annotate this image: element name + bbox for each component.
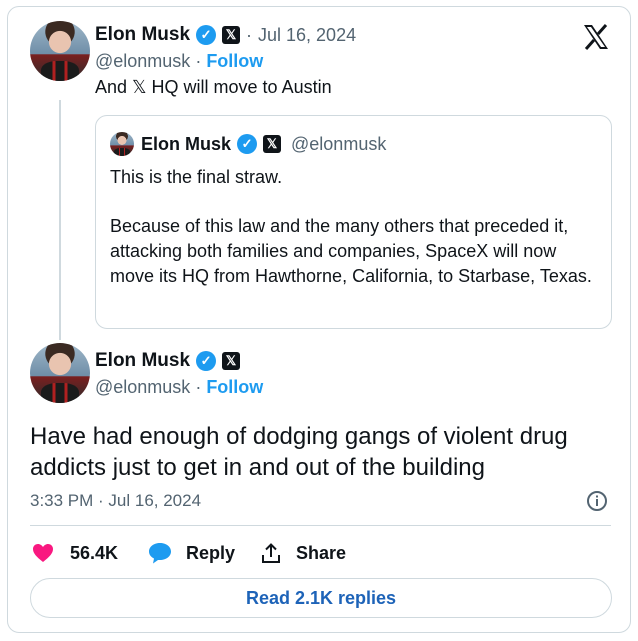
tweet-date[interactable]: Jul 16, 2024 <box>258 25 356 46</box>
reply-header: Elon Musk ✓ 𝕏 <box>95 348 241 374</box>
like-button[interactable]: 56.4K <box>32 540 118 566</box>
tweet-header: Elon Musk ✓ 𝕏 · Jul 16, 2024 <box>95 22 356 48</box>
quoted-author-name: Elon Musk <box>141 133 232 154</box>
follow-button[interactable]: Follow <box>206 377 263 398</box>
x-affiliation-icon: 𝕏 <box>222 26 241 44</box>
follow-button[interactable]: Follow <box>206 51 263 72</box>
share-icon <box>262 543 280 563</box>
heart-icon <box>33 544 53 562</box>
reply-button[interactable]: Reply <box>148 540 235 566</box>
author-handle-row: @elonmusk · Follow <box>95 51 263 72</box>
handle-dot: · <box>195 377 202 397</box>
quoted-text-line1: This is the final straw. <box>110 167 283 187</box>
read-replies-button[interactable]: Read 2.1K replies <box>30 578 612 618</box>
author-name[interactable]: Elon Musk <box>95 24 190 46</box>
quoted-header: Elon Musk ✓ 𝕏 @elonmusk <box>141 131 386 157</box>
x-affiliation-icon: 𝕏 <box>263 135 282 153</box>
verified-badge-icon: ✓ <box>196 25 217 45</box>
reply-bubble-icon <box>149 543 171 564</box>
handle-dot: · <box>195 51 202 71</box>
tweet-text: And 𝕏 HQ will move to Austin <box>95 77 332 97</box>
reply-label: Reply <box>186 542 236 563</box>
author-avatar[interactable] <box>30 21 90 81</box>
tweet-date-dot: · <box>246 24 253 45</box>
author-handle[interactable]: @elonmusk <box>95 51 190 72</box>
verified-badge-icon: ✓ <box>196 351 217 371</box>
like-count: 56.4K <box>70 542 119 563</box>
quoted-author-handle: @elonmusk <box>291 133 387 154</box>
reply-text: Have had enough of dodging gangs of viol… <box>30 423 568 481</box>
verified-badge-icon: ✓ <box>237 134 258 154</box>
x-logo-icon[interactable] <box>581 22 611 52</box>
reply-timestamp[interactable]: 3:33 PM · Jul 16, 2024 <box>30 491 201 511</box>
share-button[interactable]: Share <box>260 540 346 566</box>
quoted-author-avatar <box>110 132 134 156</box>
x-affiliation-icon: 𝕏 <box>222 352 241 370</box>
thread-connector-line <box>59 100 61 340</box>
info-icon[interactable] <box>586 490 608 512</box>
quoted-text-paragraph: Because of this law and the many others … <box>110 216 592 286</box>
reply-handle-row: @elonmusk · Follow <box>95 377 263 398</box>
share-label: Share <box>296 542 347 563</box>
reply-author-handle[interactable]: @elonmusk <box>95 377 190 398</box>
reply-author-name[interactable]: Elon Musk <box>95 350 190 372</box>
divider <box>30 525 611 526</box>
reply-author-avatar[interactable] <box>30 343 90 403</box>
